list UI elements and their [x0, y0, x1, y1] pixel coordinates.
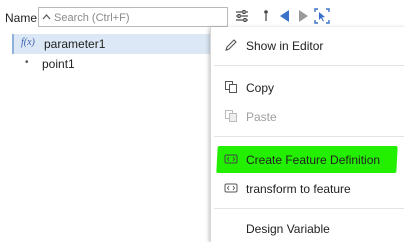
- model-tree: f(x) parameter1 • point1: [0, 33, 222, 242]
- menu-item-design-variable[interactable]: Design Variable: [211, 216, 406, 240]
- menu-item-label: Create Feature Definition: [246, 153, 381, 167]
- copy-icon: [225, 81, 237, 93]
- name-label: Name: [5, 11, 38, 25]
- feature-icon: [224, 183, 238, 193]
- menu-item-paste: Paste: [211, 104, 406, 128]
- tree-item-parameter1[interactable]: f(x) parameter1: [12, 34, 222, 54]
- tree-item-label: point1: [42, 57, 75, 71]
- point-icon: •: [25, 57, 29, 68]
- menu-item-show-in-editor[interactable]: Show in Editor: [211, 33, 406, 57]
- tree-item-point1[interactable]: • point1: [12, 54, 222, 74]
- context-menu: Show in Editor Copy Paste Create Feature…: [210, 27, 406, 242]
- pencil-icon: [225, 39, 237, 51]
- filter-settings-icon[interactable]: [234, 8, 250, 24]
- back-arrow-icon[interactable]: [277, 8, 293, 24]
- search-box[interactable]: [38, 7, 228, 27]
- menu-item-label: Design Variable: [246, 222, 330, 236]
- menu-item-label: transform to feature: [246, 182, 351, 196]
- dot-menu-icon[interactable]: [258, 8, 274, 24]
- feature-icon: [224, 154, 238, 164]
- paste-icon: [225, 110, 237, 122]
- tree-item-label: parameter1: [44, 37, 106, 51]
- chevron-up-icon[interactable]: [41, 10, 52, 24]
- menu-item-label: Show in Editor: [246, 39, 324, 53]
- fx-icon: f(x): [21, 37, 35, 48]
- forward-arrow-icon[interactable]: [295, 8, 311, 24]
- menu-separator: [214, 65, 404, 66]
- menu-separator: [214, 208, 404, 209]
- menu-item-copy[interactable]: Copy: [211, 75, 406, 99]
- menu-item-transform-to-feature[interactable]: transform to feature: [211, 176, 406, 200]
- menu-item-create-feature-definition[interactable]: Create Feature Definition: [211, 147, 406, 171]
- menu-item-label: Paste: [246, 110, 277, 124]
- search-input[interactable]: [54, 10, 224, 25]
- menu-separator: [214, 136, 404, 137]
- select-tool-icon[interactable]: [314, 8, 330, 24]
- menu-item-label: Copy: [246, 81, 275, 95]
